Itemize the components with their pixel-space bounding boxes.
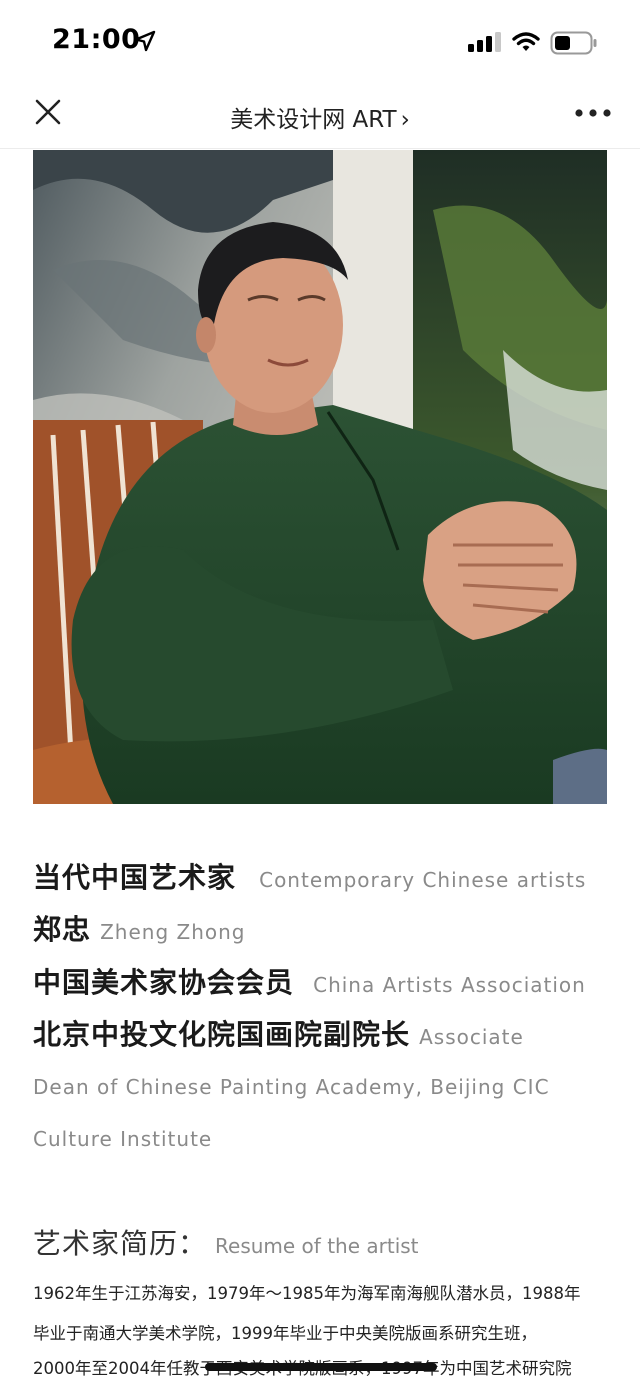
home-indicator[interactable] [205,1363,437,1371]
info-en-3: China Artists Association [313,973,586,997]
wifi-icon [512,32,540,51]
info-en-2: Zheng Zhong [100,920,246,944]
info-continuation-1: Dean of Chinese Painting Academy, Beijin… [33,1075,550,1099]
info-line-2: 郑忠 Zheng Zhong [33,908,246,948]
status-time: 21:00 [52,24,141,55]
info-continuation-2: Culture Institute [33,1127,213,1151]
info-zh-2: 郑忠 [33,913,92,946]
location-arrow-icon [134,30,156,52]
info-zh-3: 中国美术家协会会员 [33,966,295,999]
account-title[interactable]: 美术设计网 ART [230,107,396,133]
status-bar: 21:00 [0,0,640,86]
more-options-icon[interactable] [574,104,612,122]
chevron-right-icon: › [400,107,410,133]
info-zh-4: 北京中投文化院国画院副院长 [33,1018,411,1051]
bio-line-1: 1962年生于江苏海安，1979年～1985年为海军南海舰队潜水员，1988年 [33,1284,581,1303]
info-en-1: Contemporary Chinese artists [259,868,587,892]
battery-icon [550,31,597,55]
artist-photo [33,150,607,804]
resume-heading-en: Resume of the artist [215,1234,419,1258]
info-line-4: 北京中投文化院国画院副院长 Associate [33,1013,524,1053]
info-en-4: Associate [419,1025,524,1049]
info-zh-1: 当代中国艺术家 [33,861,237,894]
artist-portrait-illustration [33,150,607,804]
resume-heading: 艺术家简历： Resume of the artist [33,1222,419,1262]
nav-bar: 美术设计网 ART › [0,86,640,149]
info-line-3: 中国美术家协会会员 China Artists Association [33,961,586,1001]
account-title-link[interactable]: 美术设计网 ART › [0,100,640,134]
info-line-1: 当代中国艺术家 Contemporary Chinese artists [33,856,586,896]
cellular-signal-icon [468,32,501,52]
resume-heading-zh: 艺术家简历： [33,1227,208,1260]
bio-line-2: 毕业于南通大学美术学院，1999年毕业于中央美院版画系研究生班， [33,1324,537,1343]
